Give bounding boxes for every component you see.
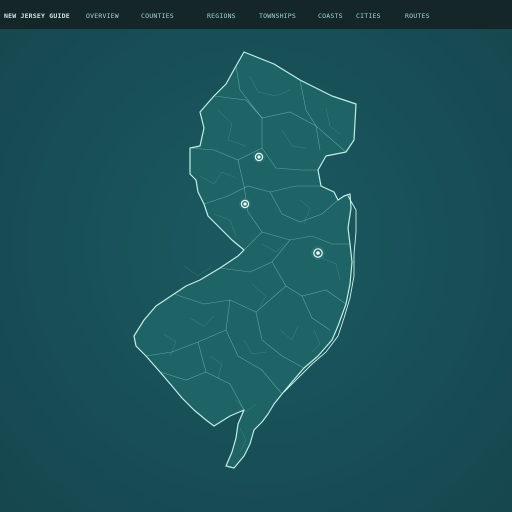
map-pin-icon[interactable] <box>311 246 325 260</box>
top-navigation-bar: NEW JERSEY GUIDE OVERVIEW COUNTIES REGIO… <box>0 0 512 29</box>
nav-item-coasts[interactable]: COASTS <box>318 10 343 22</box>
map-pin-icon[interactable] <box>239 198 251 210</box>
nav-item-routes[interactable]: ROUTES <box>405 10 430 22</box>
nav-item-overview[interactable]: OVERVIEW <box>86 10 119 22</box>
state-map[interactable] <box>0 29 512 512</box>
nav-item-regions[interactable]: REGIONS <box>207 10 236 22</box>
state-outline[interactable] <box>133 51 357 469</box>
map-pin-icon[interactable] <box>253 151 265 163</box>
nav-item-cities[interactable]: CITIES <box>356 10 381 22</box>
nav-item-townships[interactable]: TOWNSHIPS <box>259 10 296 22</box>
nav-item-counties[interactable]: COUNTIES <box>141 10 174 22</box>
map-area[interactable] <box>0 29 512 512</box>
brand-logo-text[interactable]: NEW JERSEY GUIDE <box>4 10 70 22</box>
